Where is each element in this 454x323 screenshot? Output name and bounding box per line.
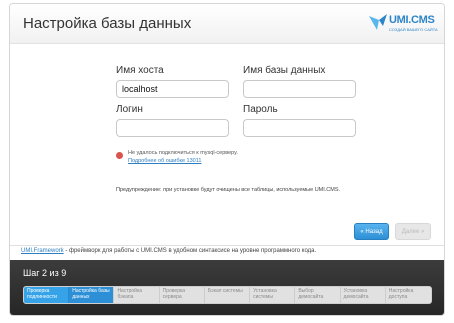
step-item: Настройка доступа bbox=[388, 288, 414, 300]
login-label: Логин bbox=[116, 104, 143, 115]
error-details-link[interactable]: Подробнее об ошибке 13011 bbox=[128, 158, 201, 164]
password-input[interactable] bbox=[243, 119, 356, 137]
step-item: Проверка подлинности bbox=[24, 287, 70, 303]
divider bbox=[10, 245, 444, 246]
step-bar: Шаг 2 из 9 Проверка подлинности Настройк… bbox=[10, 260, 444, 315]
warning-text: Предупреждение: при установке будут очищ… bbox=[116, 187, 341, 193]
step-item: Установка системы bbox=[250, 287, 296, 303]
host-label: Имя хоста bbox=[116, 65, 164, 76]
logo-brand: UMI.CMS bbox=[389, 14, 435, 26]
logo-tagline: СОЗДАЙ ВАШЕГО САЙТА bbox=[389, 27, 438, 32]
installer-window: Настройка базы данных UMI.CMS СОЗДАЙ ВАШ… bbox=[9, 3, 445, 316]
step-progress: Проверка подлинности Настройка базы данн… bbox=[23, 286, 432, 304]
db-name-input[interactable] bbox=[243, 80, 356, 98]
back-button[interactable]: « Назад bbox=[354, 223, 389, 240]
db-name-label: Имя базы данных bbox=[243, 65, 326, 76]
host-input[interactable]: localhost bbox=[116, 80, 229, 98]
step-item: Настройка бэкапа bbox=[114, 287, 160, 303]
header: Настройка базы данных UMI.CMS СОЗДАЙ ВАШ… bbox=[10, 4, 444, 44]
forward-button[interactable]: Далее » bbox=[395, 223, 431, 240]
footnote: UMI.Framework - фреймворк для работы с U… bbox=[21, 248, 316, 254]
step-item: Выбор демосайта bbox=[295, 287, 341, 303]
page-title: Настройка базы данных bbox=[23, 15, 192, 32]
butterfly-icon bbox=[369, 14, 387, 30]
step-item: Настройка базы данных bbox=[69, 287, 115, 303]
error-icon bbox=[116, 152, 123, 159]
login-input[interactable] bbox=[116, 119, 229, 137]
password-label: Пароль bbox=[243, 104, 278, 115]
error-message: Не удалось подключиться к mysql-серверу. bbox=[128, 150, 238, 156]
step-counter: Шаг 2 из 9 bbox=[23, 268, 67, 278]
step-item: Установка демосайта bbox=[341, 287, 386, 303]
step-item: Проверка сервера bbox=[160, 287, 205, 303]
footnote-text: - фреймворк для работы с UMI.CMS в удобн… bbox=[63, 248, 317, 254]
step-item: Бэкап системы bbox=[205, 287, 251, 303]
umicms-logo: UMI.CMS СОЗДАЙ ВАШЕГО САЙТА bbox=[367, 12, 438, 38]
umi-framework-link[interactable]: UMI.Framework bbox=[21, 248, 64, 254]
